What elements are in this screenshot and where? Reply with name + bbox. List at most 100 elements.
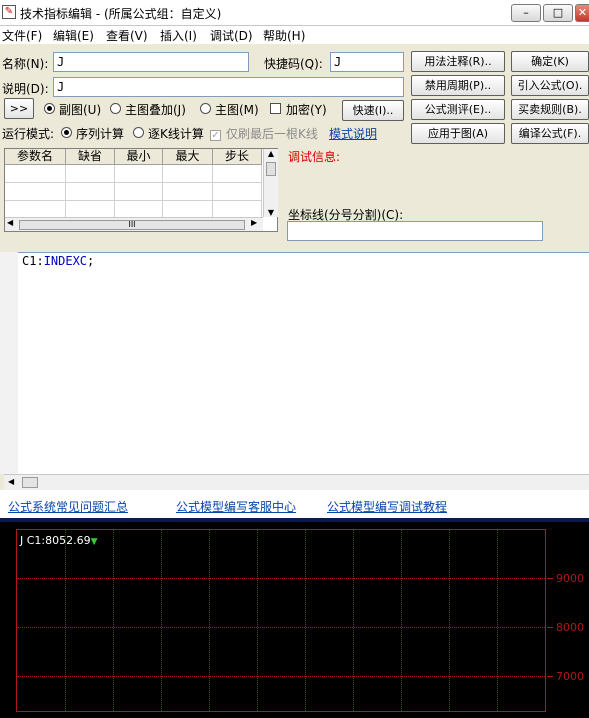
shortcut-label: 快捷码(Q): — [264, 57, 323, 71]
menu-debug[interactable]: 调试(D) — [210, 27, 253, 44]
encrypt-checkbox[interactable] — [270, 103, 281, 117]
gridline — [449, 530, 450, 711]
support-center-link[interactable]: 公式模型编写客服中心 — [176, 498, 296, 515]
legend-marker-icon: ▼ — [90, 537, 98, 547]
scroll-up-icon[interactable]: ▲ — [264, 149, 278, 158]
menu-edit[interactable]: 编辑(E) — [53, 27, 94, 44]
indicator-name: J — [20, 534, 24, 547]
maximize-button[interactable]: □ — [543, 4, 573, 22]
radio-sequence[interactable] — [61, 127, 72, 141]
description-label: 说明(D): — [2, 82, 49, 96]
chart-legend: J C1:8052.69▼ — [20, 534, 98, 547]
menu-view[interactable]: 查看(V) — [106, 27, 148, 44]
radio-subchart-label: 副图(U) — [59, 103, 102, 117]
import-formula-button[interactable]: 引入公式(O). — [511, 75, 589, 96]
close-button[interactable]: ✕ — [575, 4, 589, 22]
radio-sequence-label: 序列计算 — [76, 127, 125, 141]
table-cell[interactable] — [115, 183, 163, 201]
series-legend-value: C1:8052.69 — [26, 534, 91, 547]
column-header[interactable]: 缺省 — [66, 149, 115, 165]
coord-line-input[interactable] — [287, 221, 543, 241]
table-cell[interactable] — [213, 165, 262, 183]
trade-rules-button[interactable]: 买卖规则(B). — [511, 99, 589, 120]
editor-scroll-thumb[interactable] — [22, 477, 38, 488]
table-cell[interactable] — [5, 165, 66, 183]
scroll-left-icon[interactable]: ◀ — [7, 218, 13, 227]
scroll-down-icon[interactable]: ▼ — [264, 208, 278, 217]
radio-overlay[interactable] — [110, 103, 121, 117]
last-bar-checkbox-box: ✓ — [210, 130, 221, 141]
gridline — [497, 530, 498, 711]
table-cell[interactable] — [163, 183, 213, 201]
formula-test-button[interactable]: 公式测评(E).. — [411, 99, 505, 120]
column-header[interactable]: 最大 — [163, 149, 213, 165]
table-cell[interactable] — [163, 165, 213, 183]
debug-info-label: 调试信息: — [288, 150, 341, 164]
table-cell[interactable] — [213, 183, 262, 201]
radio-stepwise[interactable] — [133, 127, 144, 141]
chart-plot-area — [16, 529, 545, 712]
code-output-name: C1: — [22, 254, 44, 268]
gridline — [113, 530, 114, 711]
y-tick-mark — [547, 676, 553, 677]
table-cell[interactable] — [5, 183, 66, 201]
radio-subchart-indicator — [44, 103, 55, 114]
quick-button[interactable]: 快速(I).. — [342, 100, 404, 121]
name-input[interactable]: J — [53, 52, 249, 72]
minimize-button[interactable]: – — [511, 4, 541, 22]
help-links-bar: 公式系统常见问题汇总 公式模型编写客服中心 公式模型编写调试教程 — [0, 490, 589, 518]
y-tick-mark — [547, 627, 553, 628]
scroll-right-icon[interactable]: ▶ — [251, 218, 257, 227]
params-vscrollbar[interactable]: ▲ ▼ — [263, 149, 278, 217]
menu-help[interactable]: 帮助(H) — [263, 27, 305, 44]
title-bar: ✎ 技术指标编辑 - (所属公式组：自定义) – □ ✕ — [0, 0, 589, 26]
radio-stepwise-label: 逐K线计算 — [148, 127, 204, 141]
scroll-left-icon[interactable]: ◀ — [8, 477, 14, 486]
shortcut-input[interactable]: J — [330, 52, 404, 72]
table-cell[interactable] — [66, 165, 115, 183]
y-tick-mark — [547, 578, 553, 579]
encrypt-checkbox-box — [270, 103, 281, 114]
gridline — [353, 530, 354, 711]
expand-button[interactable]: >> — [4, 98, 34, 119]
formula-code-line: C1:INDEXC; — [22, 254, 94, 268]
gridline — [161, 530, 162, 711]
hscroll-thumb[interactable]: III — [19, 220, 245, 230]
scroll-thumb[interactable] — [266, 162, 276, 176]
editor-gutter — [0, 252, 18, 474]
window-title: 技术指标编辑 - (所属公式组：自定义) — [20, 7, 222, 21]
menu-insert[interactable]: 插入(I) — [160, 27, 197, 44]
editor-hscrollbar[interactable]: ◀ — [4, 474, 589, 490]
y-tick-label: 8000 — [556, 621, 584, 634]
description-input[interactable]: J — [53, 77, 404, 97]
table-cell[interactable] — [115, 165, 163, 183]
code-terminator: ; — [87, 254, 95, 268]
app-icon: ✎ — [2, 5, 16, 19]
tutorial-link[interactable]: 公式模型编写调试教程 — [327, 498, 447, 515]
code-function: INDEXC — [43, 254, 88, 268]
menu-file[interactable]: 文件(F) — [2, 27, 42, 44]
menu-bar: 文件(F) 编辑(E) 查看(V) 插入(I) 调试(D) 帮助(H) — [0, 26, 589, 44]
faq-link[interactable]: 公式系统常见问题汇总 — [8, 498, 128, 515]
apply-chart-button[interactable]: 应用于图(A) — [411, 123, 505, 144]
column-header[interactable]: 参数名 — [5, 149, 66, 165]
radio-mainchart-label: 主图(M) — [215, 103, 259, 117]
confirm-button[interactable]: 确定(K) — [511, 51, 589, 72]
formula-editor[interactable] — [4, 252, 589, 488]
column-header[interactable]: 步长 — [213, 149, 262, 165]
radio-subchart[interactable] — [44, 103, 55, 117]
params-table: 参数名 缺省 最小 最大 步长 ▲ ▼ ◀ III ▶ — [4, 148, 278, 232]
radio-stepwise-indicator — [133, 127, 144, 138]
params-hscrollbar[interactable]: ◀ III ▶ — [5, 217, 263, 231]
last-bar-label: 仅刷最后一根K线 — [226, 127, 318, 141]
y-tick-label: 7000 — [556, 670, 584, 683]
table-cell[interactable] — [66, 183, 115, 201]
column-header[interactable]: 最小 — [115, 149, 163, 165]
radio-mainchart[interactable] — [200, 103, 211, 117]
mode-help-link[interactable]: 模式说明 — [329, 125, 377, 142]
gridline — [305, 530, 306, 711]
usage-notes-button[interactable]: 用法注释(R).. — [411, 51, 505, 72]
compile-button[interactable]: 编译公式(F). — [511, 123, 589, 144]
disable-period-button[interactable]: 禁用周期(P).. — [411, 75, 505, 96]
gridline — [257, 530, 258, 711]
